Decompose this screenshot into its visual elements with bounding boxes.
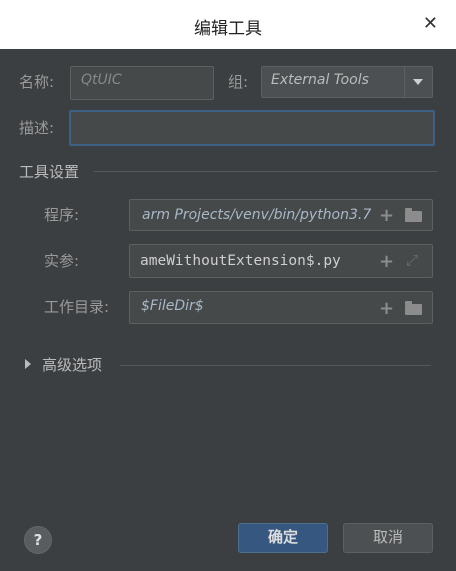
program-value: arm Projects/venv/bin/python3.7 bbox=[142, 207, 372, 223]
workdir-label: 工作目录: bbox=[44, 298, 110, 316]
dialog-titlebar: 编辑工具 ✕ bbox=[0, 0, 456, 49]
name-label: 名称: bbox=[19, 73, 55, 91]
section-divider bbox=[94, 171, 437, 172]
arguments-field[interactable]: ameWithoutExtension$.py + ⤢ bbox=[129, 244, 433, 278]
group-dropdown[interactable]: External Tools bbox=[261, 66, 433, 98]
group-value: External Tools bbox=[271, 72, 369, 88]
ok-button[interactable]: 确定 bbox=[238, 523, 328, 553]
description-input[interactable] bbox=[69, 110, 435, 146]
insert-macro-icon[interactable]: + bbox=[379, 251, 394, 272]
program-icons: + bbox=[374, 200, 432, 230]
chevron-right-icon[interactable] bbox=[25, 359, 31, 369]
help-button[interactable]: ? bbox=[24, 526, 52, 554]
close-icon[interactable]: ✕ bbox=[423, 13, 438, 34]
name-field[interactable]: QtUIC bbox=[70, 66, 214, 100]
workdir-value: $FileDir$ bbox=[141, 298, 204, 314]
program-label: 程序: bbox=[44, 206, 80, 224]
advanced-options-toggle[interactable]: 高级选项 bbox=[42, 354, 102, 375]
insert-macro-icon[interactable]: + bbox=[379, 298, 394, 319]
folder-icon[interactable] bbox=[405, 208, 422, 222]
name-value: QtUIC bbox=[81, 72, 122, 88]
chevron-down-icon bbox=[413, 79, 423, 85]
folder-icon[interactable] bbox=[405, 301, 422, 315]
insert-macro-icon[interactable]: + bbox=[379, 205, 394, 226]
workdir-field[interactable]: $FileDir$ + bbox=[129, 291, 433, 324]
advanced-divider bbox=[120, 365, 431, 366]
arguments-icons: + ⤢ bbox=[374, 245, 432, 277]
expand-icon[interactable]: ⤢ bbox=[406, 251, 418, 269]
group-label: 组: bbox=[228, 73, 249, 91]
description-label: 描述: bbox=[19, 119, 55, 137]
workdir-icons: + bbox=[374, 292, 432, 323]
dropdown-button[interactable] bbox=[404, 67, 432, 97]
program-field[interactable]: arm Projects/venv/bin/python3.7 + bbox=[129, 199, 433, 231]
tool-settings-title: 工具设置 bbox=[19, 163, 80, 181]
dialog-title: 编辑工具 bbox=[194, 19, 262, 39]
arguments-value: ameWithoutExtension$.py bbox=[140, 253, 341, 269]
cancel-button[interactable]: 取消 bbox=[343, 523, 433, 553]
arguments-label: 实参: bbox=[44, 252, 80, 270]
